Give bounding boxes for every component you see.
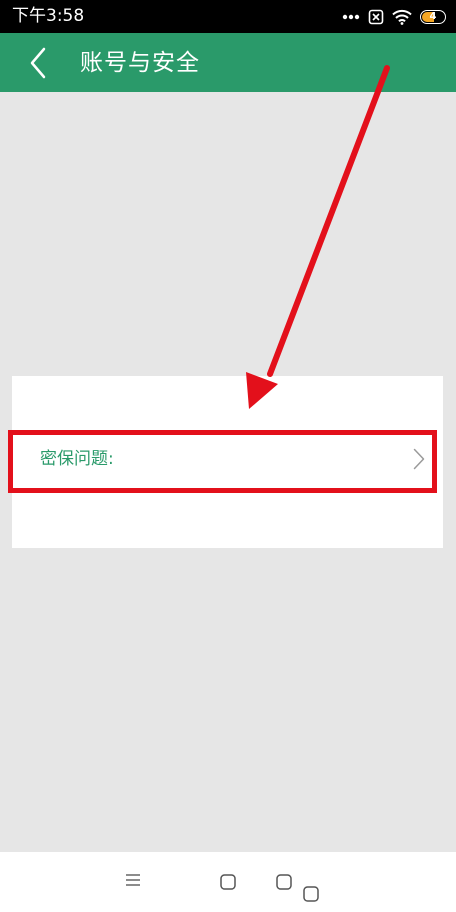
status-bar: 下午3:58 4 bbox=[0, 0, 456, 33]
menu-icon bbox=[126, 874, 140, 886]
status-icons: 4 bbox=[342, 8, 446, 26]
sim-off-icon bbox=[368, 9, 384, 25]
square-icon bbox=[276, 874, 292, 890]
security-question-row[interactable]: 密保问题: bbox=[12, 428, 443, 490]
more-dots-icon bbox=[342, 14, 360, 20]
square-icon bbox=[220, 874, 236, 890]
nav-extra-button[interactable] bbox=[302, 885, 320, 907]
nav-menu-button[interactable] bbox=[124, 872, 142, 892]
security-question-label: 密保问题: bbox=[40, 449, 114, 469]
app-header: 账号与安全 bbox=[0, 33, 456, 92]
chevron-left-icon bbox=[30, 47, 46, 79]
battery-level: 4 bbox=[429, 11, 437, 22]
settings-card: 密保问题: bbox=[12, 376, 443, 548]
wifi-icon bbox=[392, 9, 412, 25]
back-button[interactable] bbox=[22, 43, 62, 83]
chevron-right-icon bbox=[413, 448, 425, 470]
battery-icon: 4 bbox=[420, 10, 446, 24]
square-icon bbox=[303, 886, 319, 902]
bottom-nav-bar bbox=[0, 852, 456, 912]
nav-recent-button[interactable] bbox=[275, 873, 293, 895]
nav-home-button[interactable] bbox=[219, 873, 237, 895]
page-title: 账号与安全 bbox=[80, 50, 200, 76]
status-time: 下午3:58 bbox=[12, 6, 85, 26]
